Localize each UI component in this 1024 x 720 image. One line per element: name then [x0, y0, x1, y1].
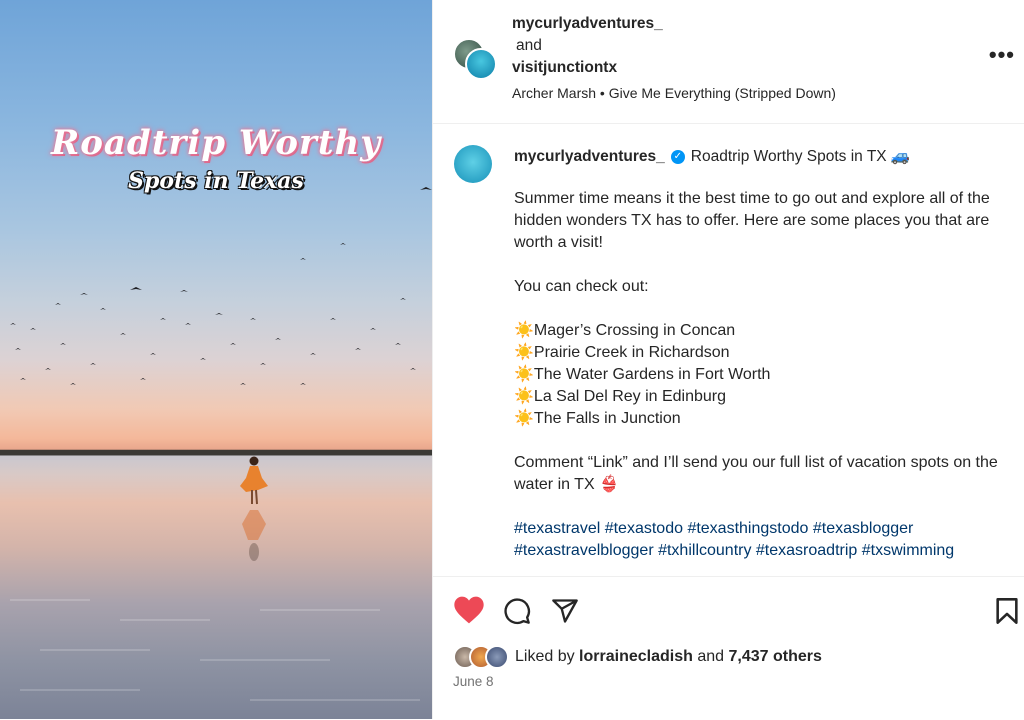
comment-icon[interactable] — [503, 597, 531, 625]
sun-icon: ☀️ — [514, 366, 534, 383]
post-media[interactable]: Roadtrip Worthy Spots in Texas — [0, 0, 432, 719]
birds — [10, 187, 432, 385]
more-horizontal-icon[interactable]: ••• — [989, 42, 1015, 68]
likes-and: and — [697, 648, 725, 665]
caption-paragraph: Summer time means it the best time to go… — [514, 190, 990, 251]
caption-cta: Comment “Link” and I’ll send you our ful… — [514, 454, 998, 493]
likes-user[interactable]: lorrainecladish — [579, 648, 693, 666]
collab-avatars[interactable] — [453, 38, 497, 80]
caption-section: mycurlyadventures_ ✓ Roadtrip Worthy Spo… — [433, 124, 1024, 576]
header-conjunction: and — [516, 37, 542, 54]
likes-prefix: Liked by — [515, 648, 575, 665]
avatar[interactable] — [454, 145, 492, 183]
caption-intro: You can check out: — [514, 278, 649, 295]
heart-filled-icon[interactable] — [453, 595, 485, 625]
list-item: ☀️Prairie Creek in Richardson — [514, 344, 730, 361]
music-track[interactable]: Give Me Everything (Stripped Down) — [609, 85, 836, 101]
music-separator: • — [599, 85, 605, 101]
send-icon[interactable] — [551, 597, 579, 625]
caption-header: mycurlyadventures_ ✓ Roadtrip Worthy Spo… — [514, 147, 910, 166]
likes-others[interactable]: 7,437 others — [728, 648, 821, 666]
verified-icon: ✓ — [670, 149, 685, 164]
music-info[interactable]: Archer Marsh • Give Me Everything (Strip… — [512, 85, 836, 101]
post-header: mycurlyadventures_ and visitjunctiontx A… — [433, 0, 1024, 124]
water-ripples — [10, 599, 420, 701]
list-item: ☀️Mager’s Crossing in Concan — [514, 322, 736, 339]
list-item: ☀️The Water Gardens in Fort Worth — [514, 366, 771, 383]
woman-figure — [240, 456, 268, 561]
media-title-line2: Spots in Texas — [128, 168, 304, 194]
media-scene — [10, 187, 432, 701]
header-username-2[interactable]: visitjunctiontx — [512, 59, 617, 77]
media-title-line1: Roadtrip Worthy — [50, 123, 382, 163]
sun-icon: ☀️ — [514, 388, 534, 405]
caption-body: Summer time means it the best time to go… — [514, 188, 1014, 562]
caption-headline: Roadtrip Worthy Spots in TX 🚙 — [690, 148, 911, 165]
action-bar: Liked by lorrainecladish and 7,437 other… — [433, 576, 1024, 720]
caption-username[interactable]: mycurlyadventures_ — [514, 148, 665, 166]
sun-icon: ☀️ — [514, 344, 534, 361]
avatar[interactable] — [465, 48, 497, 80]
likes-summary[interactable]: Liked by lorrainecladish and 7,437 other… — [453, 645, 822, 669]
header-username-1[interactable]: mycurlyadventures_ — [512, 15, 663, 33]
avatar — [485, 645, 509, 669]
hashtag-links[interactable]: #texastravel #texastodo #texasthingstodo… — [514, 518, 1014, 562]
list-item: ☀️The Falls in Junction — [514, 410, 681, 427]
bookmark-icon[interactable] — [995, 597, 1019, 625]
list-item: ☀️La Sal Del Rey in Edinburg — [514, 388, 727, 405]
post-date[interactable]: June 8 — [453, 674, 494, 689]
sun-icon: ☀️ — [514, 410, 534, 427]
music-artist[interactable]: Archer Marsh — [512, 85, 596, 101]
post-panel: mycurlyadventures_ and visitjunctiontx A… — [432, 0, 1024, 719]
sun-icon: ☀️ — [514, 322, 534, 339]
